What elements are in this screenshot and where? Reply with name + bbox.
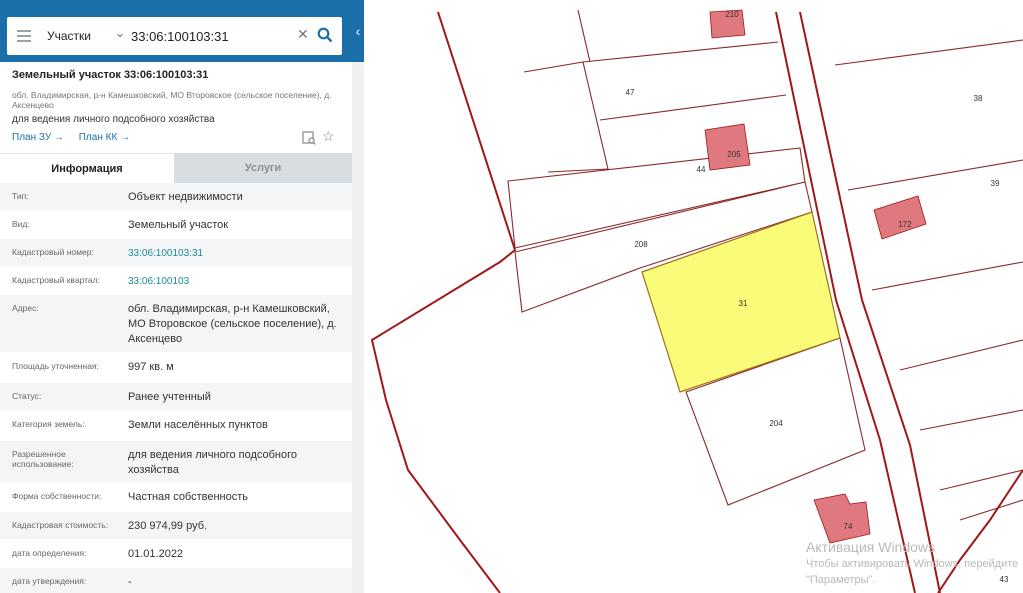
info-row: дата утверждения: - — [0, 568, 352, 593]
close-icon[interactable]: ✕ — [297, 26, 309, 43]
info-row: Площадь уточненная: 997 кв. м — [0, 353, 352, 383]
category-selector[interactable]: Участки — [47, 29, 91, 43]
map-label-39: 39 — [991, 179, 1000, 188]
cadastral-number-link[interactable]: 33:06:100103:31 — [128, 246, 343, 261]
info-key: Адрес: — [12, 303, 39, 313]
info-value: - — [128, 576, 132, 588]
info-row: Категория земель: Земли населённых пункто… — [0, 411, 352, 441]
map-label-210: 210 — [725, 10, 739, 19]
info-key: дата утверждения: — [12, 576, 87, 586]
map-label-47: 47 — [626, 88, 635, 97]
info-row: Адрес: обл. Владимирская, р-н Камешковски… — [0, 295, 352, 353]
info-row: Кадастровый номер: 33:06:100103:31 — [0, 239, 352, 267]
info-value: Ранее учтенный — [128, 391, 211, 403]
info-key: Кадастровый квартал: — [12, 275, 100, 285]
info-key: Форма собственности: — [12, 491, 102, 501]
parcel-title: Земельный участок 33:06:100103:31 — [12, 69, 209, 81]
info-row: Тип: Объект недвижимости — [0, 183, 352, 211]
hamburger-menu-icon[interactable] — [17, 30, 31, 42]
search-bar: Участки ⌄ ✕ — [0, 0, 352, 62]
map-label-205: 205 — [727, 150, 741, 159]
map-label-43: 43 — [1000, 575, 1009, 584]
info-key: Статус: — [12, 391, 42, 401]
cadastral-quarter-link[interactable]: 33:06:100103 — [128, 274, 343, 289]
info-key: Площадь уточненная: — [12, 361, 99, 371]
info-value: Земли населённых пунктов — [128, 419, 268, 431]
tab-services[interactable]: Услуги — [174, 153, 352, 183]
map-search-icon[interactable] — [302, 131, 316, 145]
map-label-172: 172 — [898, 220, 912, 229]
parcel-purpose: для ведения личного подсобного хозяйства — [12, 114, 215, 125]
info-row: Статус: Ранее учтенный — [0, 383, 352, 411]
plan-zu-link[interactable]: План ЗУ → — [12, 132, 64, 143]
map-label-208: 208 — [634, 240, 648, 249]
star-icon[interactable]: ☆ — [322, 128, 335, 145]
chevron-down-icon[interactable]: ⌄ — [115, 26, 125, 40]
map-label-38: 38 — [974, 94, 983, 103]
info-value: для ведения личного подсобного хозяйства — [128, 449, 298, 476]
info-value: 01.01.2022 — [128, 548, 184, 560]
collapse-panel-button[interactable]: ‹ — [352, 0, 364, 62]
info-value: 230 974,99 руб. — [128, 520, 208, 532]
tabs: Информация Услуги — [0, 153, 352, 184]
search-box: Участки ⌄ ✕ — [7, 17, 342, 55]
search-icon[interactable] — [317, 27, 333, 43]
plan-links: План ЗУ → План КК → — [12, 132, 142, 143]
info-table: Тип: Объект недвижимости Вид: Земельный уч… — [0, 183, 352, 593]
info-key: Тип: — [12, 191, 29, 201]
map-label-44: 44 — [697, 165, 706, 174]
info-panel: Участки ⌄ ✕ ‹ Земельный участок 33:06:10… — [0, 0, 364, 593]
info-value: Объект недвижимости — [128, 191, 243, 203]
info-key: Вид: — [12, 219, 30, 229]
info-key: Разрешенное использование: — [12, 449, 74, 469]
search-input[interactable] — [131, 26, 291, 46]
windows-activation-text: Чтобы активировать Windows, перейдите — [806, 558, 1019, 570]
windows-activation-settings: "Параметры". — [806, 574, 876, 586]
info-value: Земельный участок — [128, 219, 229, 231]
info-row: Разрешенное использование: для ведения ли… — [0, 441, 352, 483]
info-row: дата определения: 01.01.2022 — [0, 540, 352, 568]
info-key: Категория земель: — [12, 419, 85, 429]
info-key: Кадастровая стоимость: — [12, 520, 109, 530]
building-205 — [704, 123, 751, 171]
map-label-31: 31 — [739, 299, 748, 308]
info-row: Вид: Земельный участок — [0, 211, 352, 239]
plan-kk-link[interactable]: План КК → — [79, 132, 130, 143]
info-value: обл. Владимирская, р-н Камешковский, МО … — [128, 303, 337, 345]
map-label-74: 74 — [844, 522, 853, 531]
parcel-address: обл. Владимирская, р-н Камешковский, МО … — [12, 90, 332, 110]
windows-activation-title: Активация Windows — [806, 539, 936, 555]
info-key: Кадастровый номер: — [12, 247, 94, 257]
info-row: Кадастровый квартал: 33:06:100103 — [0, 267, 352, 295]
info-value: 997 кв. м — [128, 361, 174, 373]
info-value: Частная собственность — [128, 491, 249, 503]
map-label-204: 204 — [769, 419, 783, 428]
tab-info[interactable]: Информация — [0, 153, 174, 184]
info-key: дата определения: — [12, 548, 87, 558]
info-row: Кадастровая стоимость: 230 974,99 руб. — [0, 512, 352, 540]
scrollbar[interactable] — [352, 62, 364, 593]
info-row: Форма собственности: Частная собственност… — [0, 483, 352, 512]
